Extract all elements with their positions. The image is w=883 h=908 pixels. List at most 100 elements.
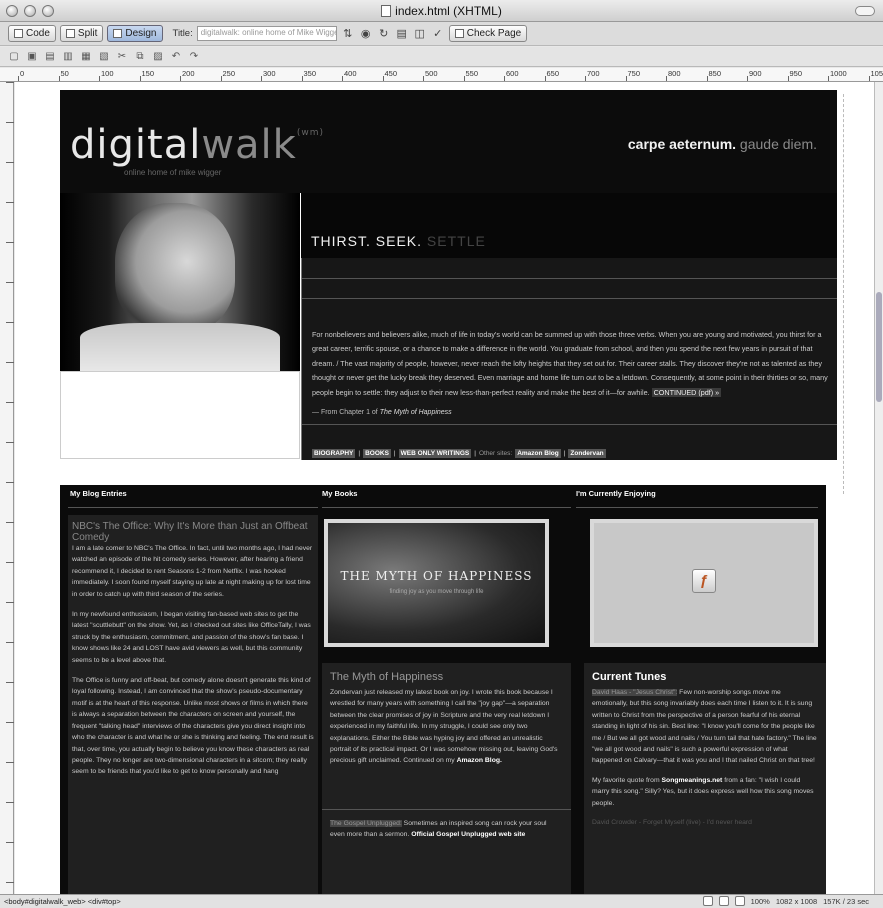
- ruler-mark: 900: [749, 69, 762, 78]
- open-icon[interactable]: ▣: [26, 51, 38, 63]
- divider: [302, 298, 837, 299]
- tunes-paragraph: David Haas - "Jesus Christ": Few non-wor…: [592, 689, 817, 765]
- ruler-mark: 450: [384, 69, 398, 78]
- visual-aids-icon[interactable]: ◫: [413, 27, 427, 41]
- file-management-icon[interactable]: ⇅: [341, 27, 355, 41]
- ruler-tick: [382, 76, 384, 81]
- ruler-tick: [6, 242, 14, 243]
- ruler-tick: [504, 76, 505, 81]
- status-right: 100% 1082 x 1008 157K / 23 sec: [702, 896, 869, 906]
- books-column: The Myth of Happiness Zondervan just rel…: [322, 663, 571, 894]
- ruler-tick: [220, 76, 222, 81]
- check-page-button[interactable]: Check Page: [448, 25, 528, 42]
- code-view-button[interactable]: Code: [8, 25, 56, 42]
- ruler-mark: 700: [587, 69, 600, 78]
- gospel-paragraph: The Gospel Unplugged: Sometimes an inspi…: [330, 820, 547, 839]
- dreamweaver-window: index.html (XHTML) Code Split Design Tit…: [0, 0, 883, 908]
- code-icon: [14, 29, 23, 38]
- flash-placeholder[interactable]: ƒ: [590, 519, 818, 647]
- validate-markup-icon[interactable]: ✓: [431, 27, 445, 41]
- main-heading: THIRST. SEEK. SETTLE: [311, 233, 486, 249]
- view-options-icon[interactable]: ▤: [395, 27, 409, 41]
- ruler-mark: 300: [263, 69, 276, 78]
- ruler-tick: [828, 76, 829, 81]
- blog-paragraph: I am a late comer to NBC's The Office. I…: [72, 545, 313, 598]
- paste-icon[interactable]: ▨: [152, 51, 164, 63]
- ruler-tick: [261, 76, 262, 81]
- ruler-tick: [180, 76, 181, 81]
- nav-biography[interactable]: BIOGRAPHY: [312, 449, 356, 458]
- intro-section: For nonbelievers and believers alike, mu…: [301, 258, 837, 460]
- page-title-input[interactable]: digitalwalk: online home of Mike Wigger: [196, 26, 337, 41]
- nav-zondervan[interactable]: Zondervan: [568, 449, 606, 458]
- split-view-button[interactable]: Split: [59, 25, 104, 42]
- refresh-icon[interactable]: ↻: [377, 27, 391, 41]
- browse-icon[interactable]: ▤: [44, 51, 56, 63]
- divider: [68, 507, 318, 508]
- status-bar: <body#digitalwalk_web> <div#top> 100% 10…: [0, 894, 883, 908]
- gospel-link[interactable]: Official Gospel Unplugged web site: [411, 831, 525, 838]
- tunes-heading: Current Tunes: [592, 671, 667, 683]
- enjoying-header: I'm Currently Enjoying: [576, 489, 656, 498]
- book-cover-title: THE MYTH OF HAPPINESS: [340, 569, 533, 583]
- download-size: 157K / 23 sec: [823, 896, 869, 906]
- window-size[interactable]: 1082 x 1008: [776, 897, 817, 906]
- zoom-tool-icon[interactable]: [734, 896, 745, 906]
- zoom-button[interactable]: [42, 5, 54, 17]
- print-icon[interactable]: ▧: [98, 51, 110, 63]
- author-photo: [60, 193, 300, 371]
- split-icon: [65, 29, 75, 38]
- save-all-icon[interactable]: ▦: [80, 51, 92, 63]
- blog-entry-title[interactable]: NBC's The Office: Why It's More than Jus…: [68, 515, 318, 543]
- copy-icon[interactable]: ⧉: [134, 51, 146, 63]
- toolbar-toggle-button[interactable]: [855, 6, 875, 16]
- vertical-scrollbar[interactable]: [874, 82, 883, 894]
- book-heading: The Myth of Happiness: [330, 671, 444, 683]
- ruler-tick: [6, 482, 14, 483]
- design-canvas[interactable]: digitalwalk(wm) online home of mike wigg…: [15, 82, 874, 894]
- save-icon[interactable]: ▥: [62, 51, 74, 63]
- ruler-tick: [6, 442, 14, 443]
- document-title: index.html (XHTML): [381, 4, 502, 18]
- ruler-tick: [6, 122, 14, 123]
- design-view-button[interactable]: Design: [107, 25, 163, 42]
- books-header: My Books: [322, 489, 358, 498]
- preview-browser-icon[interactable]: ◉: [359, 27, 373, 41]
- divider: [576, 507, 818, 508]
- nav-sep: |: [563, 450, 566, 457]
- blog-paragraph: In my newfound enthusiasm, I began visit…: [72, 611, 311, 664]
- book-cover[interactable]: THE MYTH OF HAPPINESS finding joy as you…: [324, 519, 549, 647]
- ruler-tick: [6, 402, 14, 403]
- scroll-thumb[interactable]: [876, 292, 882, 402]
- blog-paragraph: The Office is funny and off-beat, but co…: [72, 677, 314, 776]
- amazon-blog-link[interactable]: Amazon Blog.: [457, 757, 502, 764]
- tunes-song-label: David Haas - "Jesus Christ":: [592, 689, 678, 696]
- cut-icon[interactable]: ✂: [116, 51, 128, 63]
- undo-icon[interactable]: ↶: [170, 51, 182, 63]
- ruler-mark: 1050: [870, 69, 883, 78]
- minimize-button[interactable]: [24, 5, 36, 17]
- tag-selector[interactable]: <body#digitalwalk_web> <div#top>: [4, 897, 121, 906]
- ruler-tick: [6, 882, 14, 883]
- author-shirt: [80, 323, 280, 371]
- hand-tool-icon[interactable]: [718, 896, 729, 906]
- check-page-icon: [454, 29, 464, 38]
- continued-link[interactable]: CONTINUED (pdf) »: [651, 387, 722, 397]
- nav-books[interactable]: BOOKS: [363, 449, 391, 458]
- select-tool-icon[interactable]: [702, 896, 713, 906]
- ruler-tick: [423, 76, 424, 81]
- songmeanings-link[interactable]: Songmeanings.net: [662, 777, 723, 784]
- flash-icon: ƒ: [692, 569, 716, 593]
- ruler-tick: [868, 76, 870, 81]
- gospel-label: The Gospel Unplugged:: [330, 820, 402, 827]
- close-button[interactable]: [6, 5, 18, 17]
- vertical-ruler: [0, 82, 14, 894]
- new-icon[interactable]: ▢: [8, 51, 20, 63]
- nav-amazon-blog[interactable]: Amazon Blog: [515, 449, 561, 458]
- site-logo[interactable]: digitalwalk(wm): [70, 122, 324, 168]
- nav-web-writings[interactable]: WEB ONLY WRITINGS: [398, 449, 472, 458]
- zoom-level[interactable]: 100%: [751, 897, 770, 906]
- redo-icon[interactable]: ↷: [188, 51, 200, 63]
- document-toolbar: Code Split Design Title: digitalwalk: on…: [0, 22, 883, 46]
- other-sites-label: Other sites:: [478, 450, 513, 457]
